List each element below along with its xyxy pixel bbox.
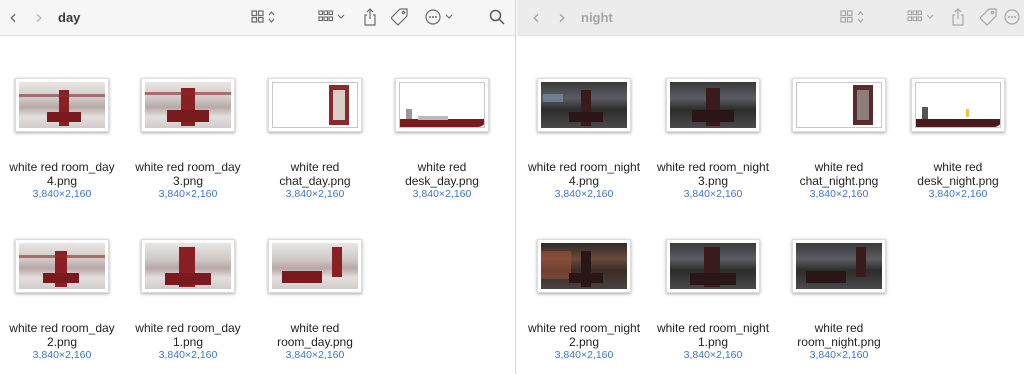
file-dimensions: 3,840×2,160 bbox=[928, 188, 988, 200]
file-name-line2: 2.png bbox=[568, 335, 600, 349]
toolbar: ‹ › day bbox=[0, 0, 515, 36]
file-item[interactable]: white red room_night 1.png 3,840×2,160 bbox=[651, 235, 775, 362]
file-name-line2: 4.png bbox=[46, 174, 78, 188]
file-name-line2: desk_day.png bbox=[405, 174, 479, 188]
file-item[interactable]: white red room_night 2.png 3,840×2,160 bbox=[522, 235, 646, 362]
file-item[interactable]: white red room_day 4.png 3,840×2,160 bbox=[0, 74, 124, 201]
file-dimensions: 3,840×2,160 bbox=[683, 349, 743, 361]
icon-view-grid-icon[interactable] bbox=[837, 0, 869, 34]
file-item[interactable]: white red chat_night.png 3,840×2,160 bbox=[777, 74, 901, 201]
file-item[interactable]: white red room_day 1.png 3,840×2,160 bbox=[126, 235, 250, 362]
file-item[interactable]: white red room_night 3.png 3,840×2,160 bbox=[651, 74, 775, 201]
file-name-line1: white red bbox=[290, 321, 340, 335]
share-icon[interactable] bbox=[359, 0, 381, 34]
file-name-line2: 3.png bbox=[697, 174, 729, 188]
file-dimensions: 3,840×2,160 bbox=[285, 188, 345, 200]
file-name-line1: white red room_day bbox=[9, 321, 115, 335]
file-thumbnail[interactable] bbox=[268, 239, 362, 293]
file-item[interactable]: white red desk_night.png 3,840×2,160 bbox=[896, 74, 1020, 201]
file-name-line2: 2.png bbox=[46, 335, 78, 349]
file-grid: white red room_night 4.png 3,840×2,160 wh… bbox=[517, 37, 1024, 374]
group-by-icon[interactable] bbox=[905, 0, 939, 34]
file-dimensions: 3,840×2,160 bbox=[285, 349, 345, 361]
file-name-line2: 4.png bbox=[568, 174, 600, 188]
more-actions-icon[interactable] bbox=[1003, 0, 1023, 34]
file-thumbnail[interactable] bbox=[537, 78, 631, 132]
file-name-line1: white red room_day bbox=[9, 160, 115, 174]
file-thumbnail[interactable] bbox=[666, 239, 760, 293]
file-item[interactable]: white red room_night 4.png 3,840×2,160 bbox=[522, 74, 646, 201]
file-name-line2: 1.png bbox=[172, 335, 204, 349]
window-title: day bbox=[58, 9, 81, 25]
file-name-line1: white red room_night bbox=[527, 321, 641, 335]
finder-window-day: ‹ › day white red room_day 4.png 3,840×2… bbox=[0, 0, 516, 374]
file-item[interactable]: white red desk_day.png 3,840×2,160 bbox=[380, 74, 504, 201]
file-item[interactable]: white red room_day 2.png 3,840×2,160 bbox=[0, 235, 124, 362]
file-dimensions: 3,840×2,160 bbox=[158, 188, 218, 200]
forward-icon[interactable]: › bbox=[30, 0, 48, 34]
file-thumbnail[interactable] bbox=[792, 78, 886, 132]
file-dimensions: 3,840×2,160 bbox=[809, 349, 869, 361]
icon-view-grid-icon[interactable] bbox=[248, 0, 280, 34]
file-thumbnail[interactable] bbox=[911, 78, 1005, 132]
file-dimensions: 3,840×2,160 bbox=[554, 188, 614, 200]
file-name-line1: white red room_night bbox=[656, 321, 770, 335]
file-name-line2: 3.png bbox=[172, 174, 204, 188]
file-name-line1: white red room_day bbox=[135, 160, 241, 174]
file-dimensions: 3,840×2,160 bbox=[158, 349, 218, 361]
toolbar: ‹ › night bbox=[517, 0, 1024, 36]
file-name-line2: desk_night.png bbox=[917, 174, 999, 188]
file-dimensions: 3,840×2,160 bbox=[554, 349, 614, 361]
back-icon[interactable]: ‹ bbox=[527, 0, 545, 34]
file-thumbnail[interactable] bbox=[141, 78, 235, 132]
file-thumbnail[interactable] bbox=[15, 239, 109, 293]
tag-icon[interactable] bbox=[388, 0, 412, 34]
file-item[interactable]: white red chat_day.png 3,840×2,160 bbox=[253, 74, 377, 201]
file-thumbnail[interactable] bbox=[15, 78, 109, 132]
back-icon[interactable]: ‹ bbox=[4, 0, 22, 34]
more-actions-icon[interactable] bbox=[422, 0, 456, 34]
file-name-line1: white red bbox=[814, 321, 864, 335]
file-thumbnail[interactable] bbox=[666, 78, 760, 132]
file-name-line2: room_night.png bbox=[797, 335, 881, 349]
file-thumbnail[interactable] bbox=[792, 239, 886, 293]
file-name-line2: chat_day.png bbox=[279, 174, 351, 188]
file-name-line1: white red bbox=[417, 160, 467, 174]
file-dimensions: 3,840×2,160 bbox=[683, 188, 743, 200]
file-name-line1: white red bbox=[290, 160, 340, 174]
share-icon[interactable] bbox=[947, 0, 969, 34]
file-item[interactable]: white red room_day 3.png 3,840×2,160 bbox=[126, 74, 250, 201]
file-name-line2: room_day.png bbox=[277, 335, 353, 349]
file-name-line1: white red bbox=[814, 160, 864, 174]
file-dimensions: 3,840×2,160 bbox=[32, 188, 92, 200]
file-thumbnail[interactable] bbox=[537, 239, 631, 293]
search-icon[interactable] bbox=[486, 0, 508, 34]
group-by-icon[interactable] bbox=[316, 0, 350, 34]
file-item[interactable]: white red room_night.png 3,840×2,160 bbox=[777, 235, 901, 362]
file-dimensions: 3,840×2,160 bbox=[809, 188, 869, 200]
file-name-line1: white red bbox=[933, 160, 983, 174]
file-thumbnail[interactable] bbox=[395, 78, 489, 132]
tag-icon[interactable] bbox=[977, 0, 1001, 34]
forward-icon[interactable]: › bbox=[553, 0, 571, 34]
finder-window-night: ‹ › night white red room_night 4.png 3,8… bbox=[517, 0, 1024, 374]
file-name-line1: white red room_day bbox=[135, 321, 241, 335]
file-dimensions: 3,840×2,160 bbox=[32, 349, 92, 361]
file-dimensions: 3,840×2,160 bbox=[412, 188, 472, 200]
file-grid: white red room_day 4.png 3,840×2,160 whit… bbox=[0, 37, 515, 374]
window-title: night bbox=[581, 9, 613, 25]
file-name-line1: white red room_night bbox=[656, 160, 770, 174]
file-thumbnail[interactable] bbox=[141, 239, 235, 293]
file-name-line2: chat_night.png bbox=[799, 174, 879, 188]
file-name-line1: white red room_night bbox=[527, 160, 641, 174]
file-item[interactable]: white red room_day.png 3,840×2,160 bbox=[253, 235, 377, 362]
file-name-line2: 1.png bbox=[697, 335, 729, 349]
file-thumbnail[interactable] bbox=[268, 78, 362, 132]
